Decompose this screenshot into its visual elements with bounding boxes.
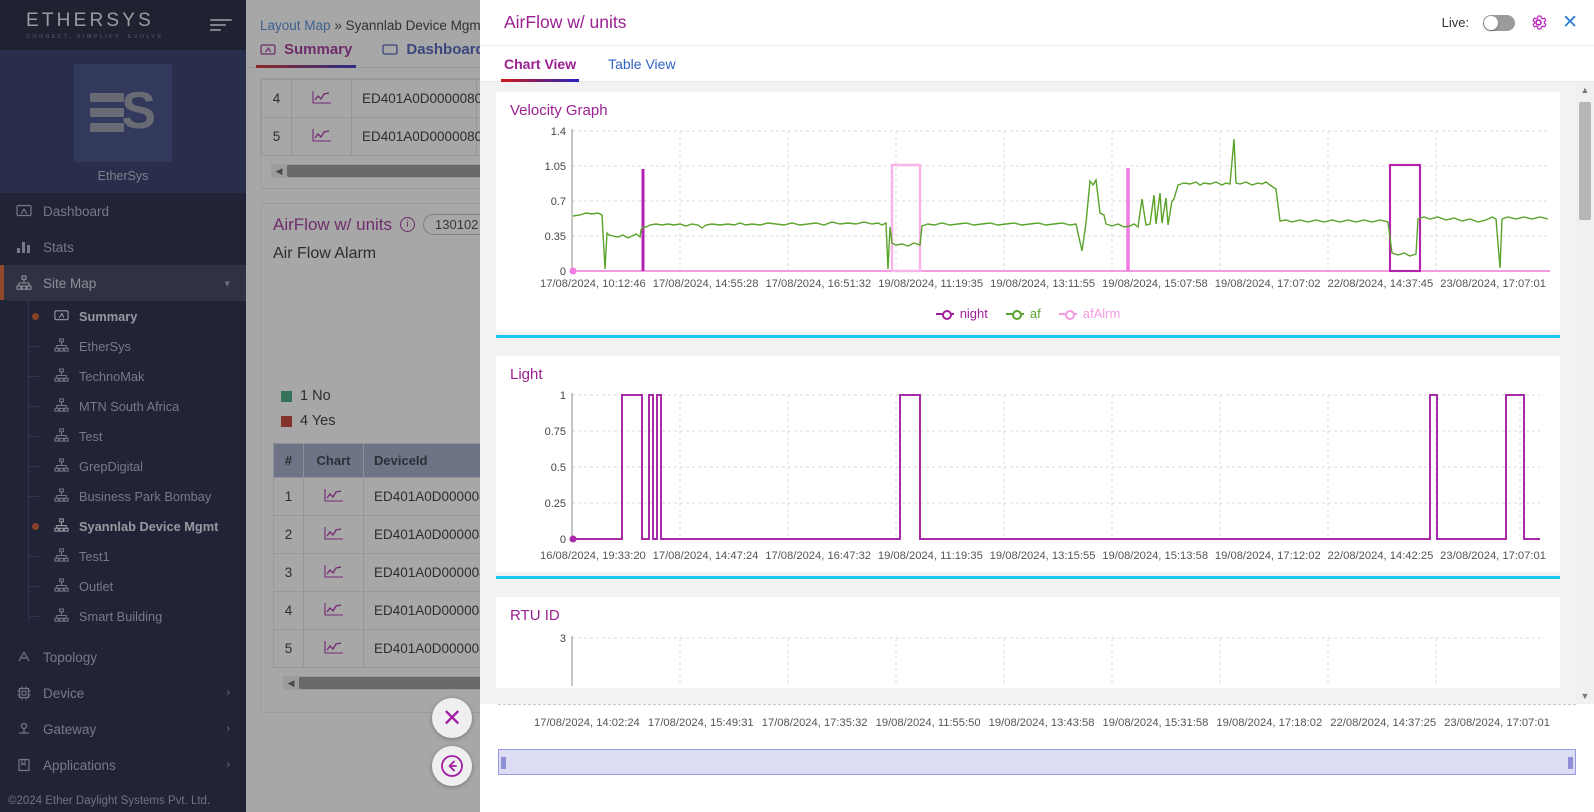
close-icon[interactable]: ✕ bbox=[1562, 11, 1578, 34]
floating-close-button[interactable]: ✕ bbox=[432, 698, 472, 738]
range-xaxis-labels: 17/08/2024, 14:02:24 17/08/2024, 15:49:3… bbox=[480, 705, 1594, 729]
chart-card-rtuid: RTU ID 3 bbox=[496, 597, 1560, 688]
xtick-label: 23/08/2024, 17:07:01 bbox=[1440, 550, 1546, 562]
xtick-label: 19/08/2024, 17:18:02 bbox=[1216, 717, 1323, 729]
ytick-label: 1 bbox=[560, 390, 566, 402]
chart-title: Light bbox=[510, 366, 543, 383]
xtick-label: 19/08/2024, 15:13:58 bbox=[1102, 550, 1209, 562]
range-handle-right[interactable] bbox=[1568, 757, 1573, 769]
ytick-label: 0.25 bbox=[545, 498, 566, 510]
ytick-label: 0 bbox=[560, 266, 566, 275]
time-range-slider[interactable] bbox=[498, 749, 1576, 775]
ytick-label: 1.05 bbox=[545, 161, 566, 173]
legend-item-af[interactable]: af bbox=[1005, 306, 1041, 321]
xtick-label: 17/08/2024, 10:12:46 bbox=[540, 278, 646, 290]
xtick-label: 19/08/2024, 11:19:35 bbox=[877, 550, 983, 562]
tab-chart-view[interactable]: Chart View bbox=[500, 56, 580, 82]
chart-card-velocity: Velocity Graph 1.4 1.05 0.7 0.35 0 17/08… bbox=[496, 92, 1560, 331]
ytick-label: 1.4 bbox=[551, 126, 566, 138]
xtick-label: 17/08/2024, 16:47:32 bbox=[765, 550, 872, 562]
legend-marker-icon bbox=[935, 309, 954, 320]
xtick-label: 22/08/2024, 14:42:25 bbox=[1327, 550, 1434, 562]
ytick-label: 0.35 bbox=[545, 231, 566, 243]
legend-marker-icon bbox=[1058, 309, 1077, 320]
xtick-label: 19/08/2024, 17:07:02 bbox=[1214, 278, 1321, 290]
panel-header-actions: Live: ✕ bbox=[1442, 11, 1578, 34]
ytick-label: 0.7 bbox=[551, 196, 566, 208]
xtick-label: 16/08/2024, 19:33:20 bbox=[540, 550, 646, 562]
velocity-legend: night af afAlrm bbox=[510, 300, 1546, 331]
panel-tabs: Chart View Table View bbox=[480, 46, 1594, 82]
ytick-label: 0 bbox=[560, 534, 566, 546]
velocity-graph-plot[interactable]: 1.4 1.05 0.7 0.35 0 bbox=[510, 123, 1558, 275]
xtick-label: 17/08/2024, 14:47:24 bbox=[652, 550, 759, 562]
chart-card-light: Light 1 0.75 0.5 0.25 0 16/08/2024, 19:3… bbox=[496, 356, 1560, 572]
panel-title: AirFlow w/ units bbox=[504, 12, 627, 32]
toggle-knob bbox=[1484, 15, 1499, 30]
legend-item-afalrm[interactable]: afAlrm bbox=[1058, 306, 1121, 321]
xtick-label: 19/08/2024, 15:31:58 bbox=[1102, 717, 1209, 729]
close-icon: ✕ bbox=[441, 704, 463, 732]
legend-item-night[interactable]: night bbox=[935, 306, 988, 321]
chart-panel: AirFlow w/ units Live: ✕ Chart View Tabl… bbox=[480, 0, 1594, 812]
range-handle-left[interactable] bbox=[501, 757, 506, 769]
xtick-label: 22/08/2024, 14:37:45 bbox=[1327, 278, 1434, 290]
chart-title: Velocity Graph bbox=[510, 102, 608, 119]
panel-body: Velocity Graph 1.4 1.05 0.7 0.35 0 17/08… bbox=[480, 82, 1594, 812]
light-plot[interactable]: 1 0.75 0.5 0.25 0 bbox=[510, 387, 1558, 547]
live-toggle[interactable] bbox=[1483, 14, 1516, 31]
xtick-label: 17/08/2024, 14:02:24 bbox=[534, 717, 640, 729]
charts-scroll-area: Velocity Graph 1.4 1.05 0.7 0.35 0 17/08… bbox=[480, 82, 1576, 704]
chart-divider-light bbox=[496, 576, 1560, 579]
rtuid-plot[interactable]: 3 bbox=[510, 628, 1558, 688]
xtick-label: 22/08/2024, 14:37:25 bbox=[1330, 717, 1437, 729]
ytick-label: 0.75 bbox=[545, 426, 566, 438]
legend-marker-icon bbox=[1005, 309, 1024, 320]
scroll-up-arrow-icon[interactable]: ▲ bbox=[1581, 82, 1590, 98]
xtick-label: 19/08/2024, 17:12:02 bbox=[1214, 550, 1321, 562]
xtick-label: 19/08/2024, 11:55:50 bbox=[875, 717, 981, 729]
gear-icon[interactable] bbox=[1529, 13, 1548, 32]
legend-label: af bbox=[1029, 306, 1041, 321]
legend-label: afAlrm bbox=[1082, 306, 1121, 321]
floating-back-button[interactable] bbox=[432, 746, 472, 786]
back-arrow-icon bbox=[439, 753, 465, 779]
xtick-label: 17/08/2024, 16:51:32 bbox=[765, 278, 872, 290]
xtick-label: 19/08/2024, 13:43:58 bbox=[988, 717, 1095, 729]
panel-header: AirFlow w/ units Live: ✕ bbox=[480, 0, 1594, 46]
scrollbar-thumb[interactable] bbox=[1579, 102, 1591, 220]
ytick-label: 0.5 bbox=[551, 462, 566, 474]
xtick-label: 17/08/2024, 14:55:28 bbox=[652, 278, 759, 290]
xtick-label: 17/08/2024, 17:35:32 bbox=[761, 717, 868, 729]
xtick-label: 19/08/2024, 15:07:58 bbox=[1102, 278, 1208, 290]
vertical-scrollbar[interactable]: ▲ ▼ bbox=[1576, 82, 1594, 704]
xtick-label: 19/08/2024, 13:11:55 bbox=[990, 278, 1096, 290]
live-label: Live: bbox=[1441, 15, 1470, 30]
chart-divider-velocity bbox=[496, 335, 1560, 338]
range-selector-strip: 17/08/2024, 14:02:24 17/08/2024, 15:49:3… bbox=[480, 704, 1594, 812]
chart-title: RTU ID bbox=[510, 607, 560, 624]
ytick-label: 3 bbox=[560, 633, 566, 645]
tab-table-view[interactable]: Table View bbox=[608, 56, 675, 81]
velocity-xaxis-labels: 17/08/2024, 10:12:46 17/08/2024, 14:55:2… bbox=[510, 275, 1546, 300]
scroll-down-arrow-icon[interactable]: ▼ bbox=[1581, 688, 1590, 704]
xtick-label: 17/08/2024, 15:49:31 bbox=[647, 717, 754, 729]
legend-label: night bbox=[959, 306, 988, 321]
xtick-label: 23/08/2024, 17:07:01 bbox=[1440, 278, 1546, 290]
light-xaxis-labels: 16/08/2024, 19:33:20 17/08/2024, 14:47:2… bbox=[510, 547, 1546, 572]
xtick-label: 19/08/2024, 11:19:35 bbox=[878, 278, 984, 290]
scrollbar-track[interactable] bbox=[1579, 98, 1591, 688]
xtick-label: 23/08/2024, 17:07:01 bbox=[1444, 717, 1550, 729]
xtick-label: 19/08/2024, 13:15:55 bbox=[989, 550, 1096, 562]
